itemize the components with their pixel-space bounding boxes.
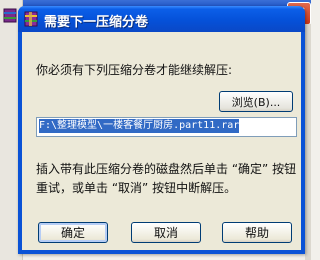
browse-button[interactable]: 浏览(B)... bbox=[219, 91, 293, 112]
prompt-label: 你必须有下列压缩分卷才能继续解压: bbox=[36, 63, 233, 77]
next-volume-dialog: 需要下一压缩分卷 你必须有下列压缩分卷才能继续解压: 浏览(B)... F:\整… bbox=[18, 6, 305, 254]
winrar-archive-icon bbox=[24, 11, 38, 27]
instruction-text: 插入带有此压缩分卷的磁盘然后单击 “确定” 按钮重试，或单击 “取消” 按钮中断… bbox=[36, 162, 297, 195]
dialog-titlebar[interactable]: 需要下一压缩分卷 bbox=[18, 6, 305, 32]
dialog-title: 需要下一压缩分卷 bbox=[44, 15, 149, 30]
volume-path-field[interactable]: F:\整理模型\一楼客餐厅厨房.part11.rar bbox=[36, 117, 297, 137]
ok-button[interactable]: 确定 bbox=[38, 222, 108, 243]
help-button[interactable]: 帮助 bbox=[222, 222, 292, 243]
winrar-archive-icon bbox=[3, 8, 17, 23]
volume-path-value: F:\整理模型\一楼客餐厅厨房.part11.rar bbox=[39, 119, 240, 133]
dialog-client-area: 你必须有下列压缩分卷才能继续解压: 浏览(B)... F:\整理模型\一楼客餐厅… bbox=[22, 32, 301, 250]
cancel-button[interactable]: 取消 bbox=[131, 222, 201, 243]
background-window-edge bbox=[305, 24, 311, 260]
